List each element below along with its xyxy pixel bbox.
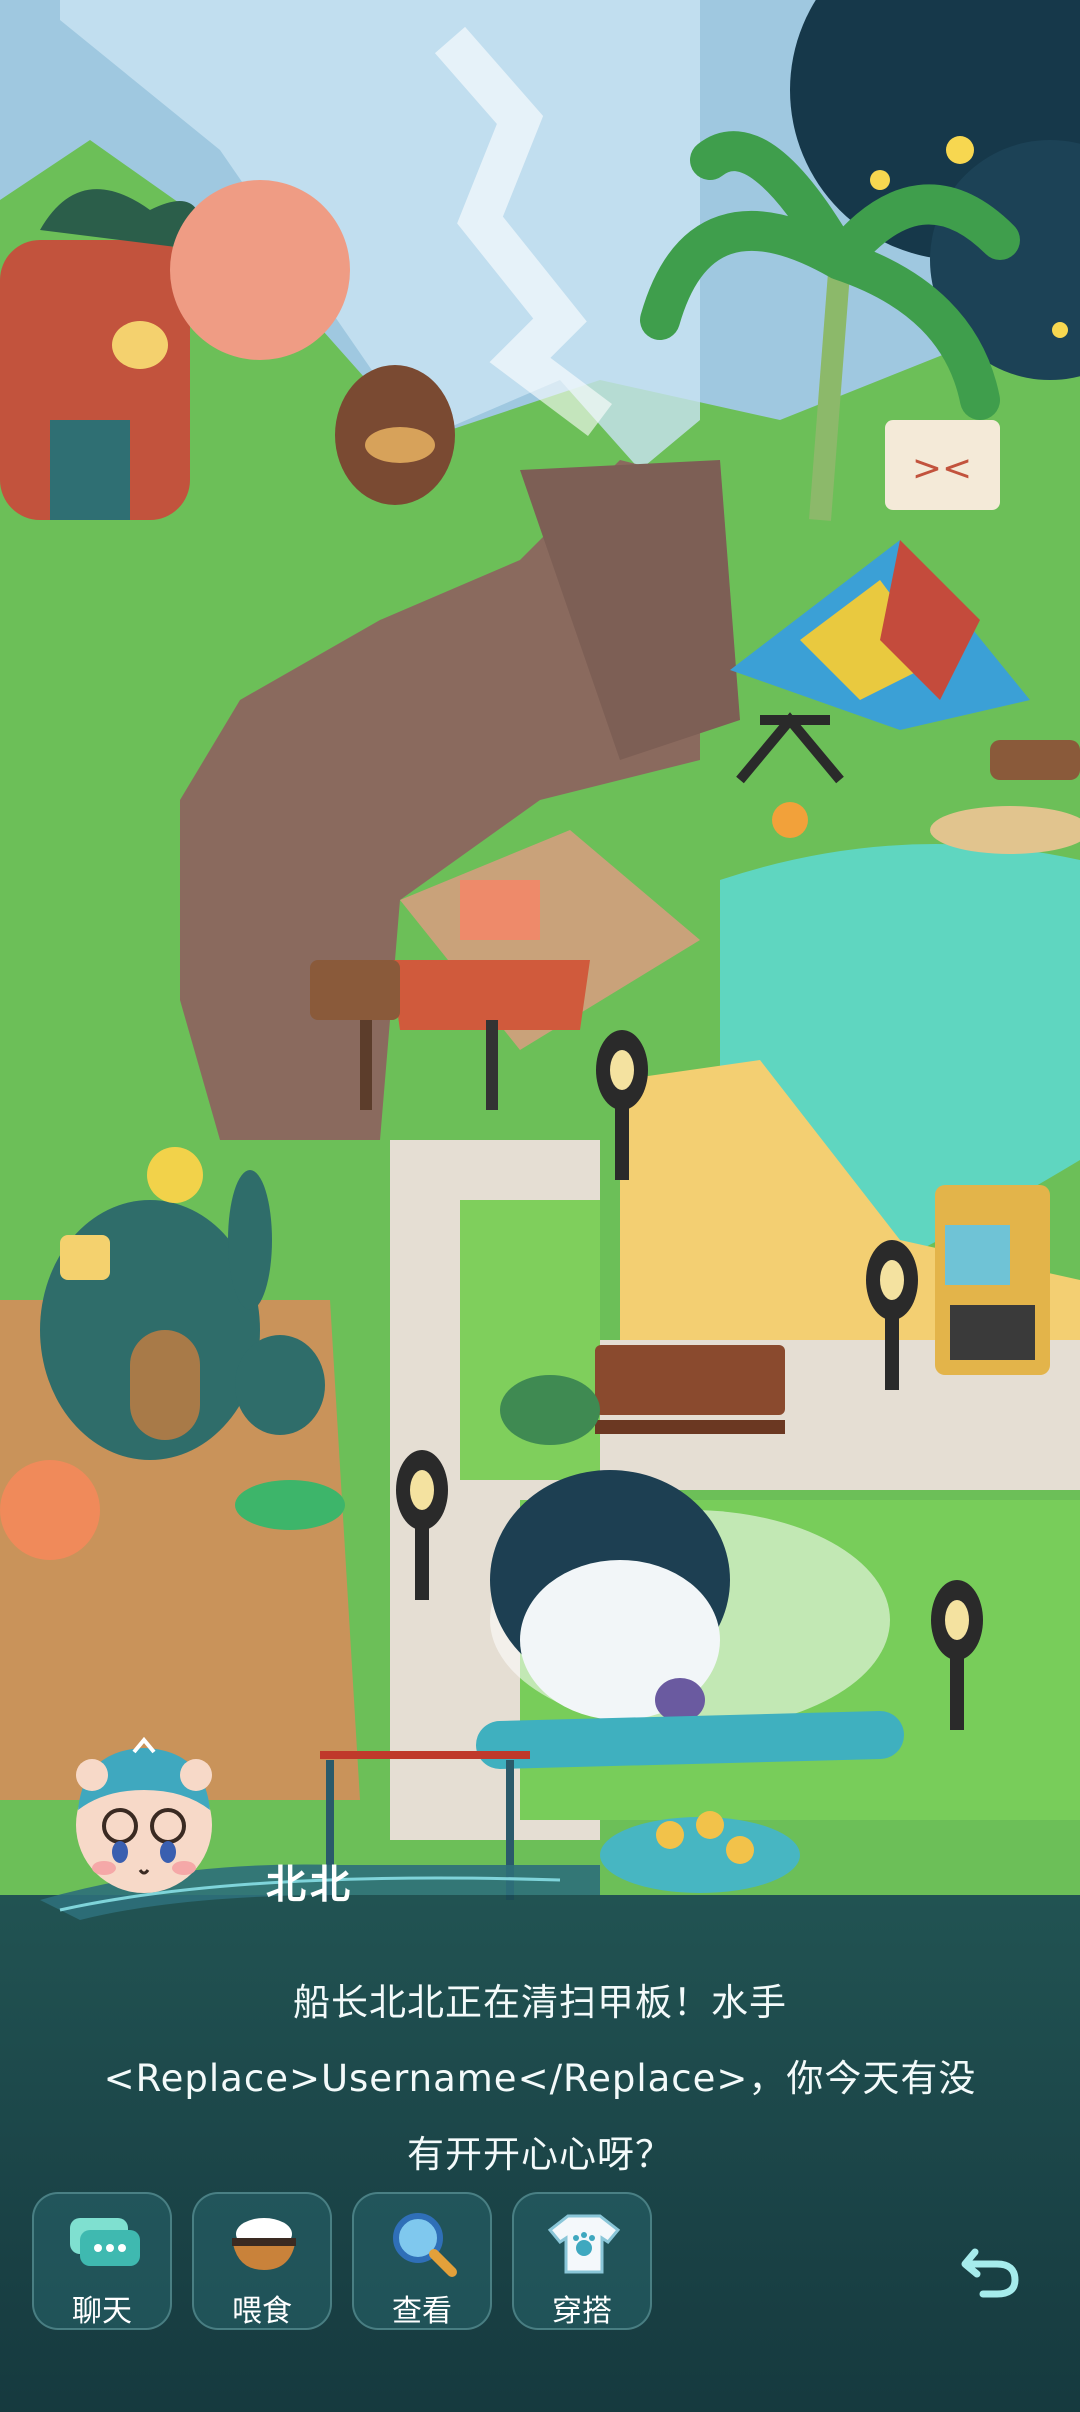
outfit-button-label: 穿搭	[552, 2294, 612, 2329]
character-name: 北北	[266, 1862, 354, 1908]
outfit-icon	[547, 2214, 621, 2274]
dialog-line-2: <Replace>Username</Replace>，你今天有没	[103, 2057, 977, 2100]
dialog-message: 船长北北正在清扫甲板！水手 <Replace>Username</Replace…	[60, 1965, 1020, 2193]
character-avatar	[76, 1736, 212, 1893]
inspect-button[interactable]: 查看	[352, 2192, 492, 2330]
dialog-line-1: 船长北北正在清扫甲板！水手	[293, 1981, 787, 2024]
feed-button[interactable]: 喂食	[192, 2192, 332, 2330]
outfit-button[interactable]: 穿搭	[512, 2192, 652, 2330]
back-arrow-icon[interactable]	[955, 2232, 1025, 2302]
svg-text:><: ><	[912, 448, 972, 489]
chat-button[interactable]: 聊天	[32, 2192, 172, 2330]
chat-icon	[70, 2218, 140, 2266]
chat-button-label: 聊天	[72, 2294, 132, 2329]
dialog-line-3: 有开开心心呀？	[407, 2133, 673, 2176]
inspect-button-label: 查看	[392, 2294, 452, 2329]
food-bowl-icon	[232, 2218, 296, 2270]
magnifier-icon	[393, 2213, 457, 2277]
feed-button-label: 喂食	[232, 2294, 292, 2329]
